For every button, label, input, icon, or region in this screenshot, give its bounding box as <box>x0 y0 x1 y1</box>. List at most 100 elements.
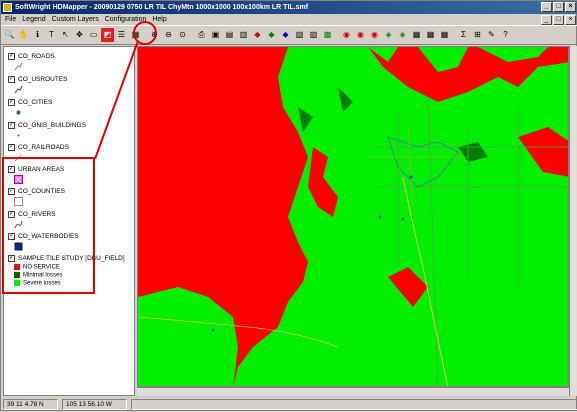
tile-study-icon[interactable]: ◩ <box>101 28 114 42</box>
zoom-full-icon[interactable]: ⊙ <box>176 28 189 42</box>
menu-bar: File Legend Custom Layers Configuration … <box>1 14 577 25</box>
layers-icon[interactable]: ☰ <box>115 28 128 42</box>
layer-co-rivers[interactable]: ✓ CO_RIVERS <box>8 211 56 218</box>
legend-severe-losses: Severe losses <box>14 280 61 287</box>
text-icon[interactable]: T <box>45 28 58 42</box>
title-bar: SoftWright HDMapper - 20090129 0750 LR T… <box>1 1 577 14</box>
menu-legend[interactable]: Legend <box>22 16 45 23</box>
layer-co-roads[interactable]: ✓ CO_ROADS <box>8 53 54 60</box>
select-icon[interactable]: ▭ <box>87 28 100 42</box>
print-icon[interactable]: ⎙ <box>195 28 208 42</box>
layer-checkbox[interactable]: ✓ <box>8 53 15 60</box>
doc-close-button[interactable]: × <box>565 15 576 25</box>
map-tool-icon[interactable]: ▦ <box>424 28 437 42</box>
layer-checkbox[interactable]: ✓ <box>8 211 15 218</box>
window-title: SoftWright HDMapper - 20090129 0750 LR T… <box>15 4 309 11</box>
layer-sample-tile-study[interactable]: ✓ SAMPLE TILE STUDY [DBU_FIELD] <box>8 255 125 262</box>
menu-file[interactable]: File <box>5 16 16 23</box>
zoom-in-icon[interactable]: ⊕ <box>148 28 161 42</box>
legend-no-service: NO SERVICE <box>14 264 60 271</box>
map-tool-icon[interactable]: ▨ <box>307 28 320 42</box>
layer-checkbox[interactable]: ✓ <box>8 76 15 83</box>
legend-swatch <box>14 280 20 286</box>
toolbar-separator <box>452 28 456 42</box>
layer-co-waterbodies[interactable]: ✓ CO_WATERBODIES <box>8 233 79 240</box>
sum-icon[interactable]: Σ <box>457 28 470 42</box>
city-marker <box>409 175 413 179</box>
pan-icon[interactable]: ✋ <box>17 28 30 42</box>
close-button[interactable]: × <box>565 2 576 12</box>
layer-checkbox[interactable]: ✓ <box>8 144 15 151</box>
maximize-button[interactable]: □ <box>553 2 564 12</box>
info-icon[interactable]: ℹ <box>31 28 44 42</box>
legend-swatch <box>14 272 20 278</box>
map-tool-icon[interactable]: ◉ <box>340 28 353 42</box>
layer-co-gnis-buildings[interactable]: ✓ CO_GNIS_BUILDINGS <box>8 122 86 129</box>
edit-icon[interactable]: ✎ <box>485 28 498 42</box>
layer-co-counties[interactable]: ✓ CO_COUNTIES <box>8 188 65 195</box>
layer-checkbox[interactable]: ✓ <box>8 188 15 195</box>
map-canvas[interactable] <box>137 46 569 387</box>
layer-label: CO_WATERBODIES <box>18 233 79 241</box>
minimize-button[interactable]: _ <box>541 2 552 12</box>
layer-checkbox[interactable]: ✓ <box>8 122 15 129</box>
legend-label: NO SERVICE <box>23 264 60 271</box>
layer-urban-areas[interactable]: ✓ URBAN AREAS <box>8 166 64 173</box>
layer-label: SAMPLE TILE STUDY [DBU_FIELD] <box>18 255 125 263</box>
map-tool-icon[interactable]: ◆ <box>265 28 278 42</box>
layer-co-cities[interactable]: ✓ CO_CITIES <box>8 99 52 106</box>
layer-checkbox[interactable]: ✓ <box>8 233 15 240</box>
map-tool-icon[interactable]: ◉ <box>368 28 381 42</box>
map-tool-icon[interactable]: ▦ <box>438 28 451 42</box>
grid-icon[interactable]: ▦ <box>129 28 142 42</box>
map-tool-icon[interactable]: ◆ <box>279 28 292 42</box>
layer-panel: ✓ CO_ROADS ✓ CO_USROUTES ✓ CO_CITIES ✓ CO_GN… <box>3 46 135 396</box>
layer-label: CO_RAILROADS <box>18 144 69 152</box>
vertical-scrollbar[interactable] <box>569 46 577 396</box>
doc-minimize-button[interactable]: _ <box>541 15 552 25</box>
status-bar: 39 11 4.78 N 105 13 56.10 W <box>1 397 577 412</box>
help-icon[interactable]: ? <box>499 28 512 42</box>
layer-checkbox[interactable]: ✓ <box>8 255 15 262</box>
horizontal-scrollbar[interactable] <box>137 387 569 396</box>
menu-help[interactable]: Help <box>152 16 166 23</box>
layer-label: CO_COUNTIES <box>18 188 65 196</box>
layer-label: CO_RIVERS <box>18 211 56 219</box>
layer-checkbox[interactable]: ✓ <box>8 99 15 106</box>
latitude-readout: 39 11 4.78 N <box>3 399 58 410</box>
map-tool-icon[interactable]: ◈ <box>396 28 409 42</box>
menu-custom-layers[interactable]: Custom Layers <box>52 16 99 23</box>
app-icon <box>3 3 12 12</box>
legend-label: Minimal losses <box>23 272 63 279</box>
open-icon[interactable]: ▤ <box>223 28 236 42</box>
county-polygon-symbol <box>14 197 23 206</box>
coverage-map[interactable] <box>138 47 569 387</box>
move-icon[interactable]: ✥ <box>73 28 86 42</box>
save-icon[interactable]: ▣ <box>209 28 222 42</box>
map-tool-icon[interactable]: ▧ <box>293 28 306 42</box>
ruler-icon[interactable]: ⊞ <box>471 28 484 42</box>
toolbar-separator <box>335 28 339 42</box>
legend-label: Severe losses <box>23 280 61 287</box>
map-tool-icon[interactable]: ◉ <box>354 28 367 42</box>
zoom-out-icon[interactable]: ⊖ <box>162 28 175 42</box>
layer-co-usroutes[interactable]: ✓ CO_USROUTES <box>8 76 67 83</box>
city-point-symbol <box>16 110 21 115</box>
doc-restore-button[interactable]: □ <box>553 15 564 25</box>
route-line-symbol <box>14 85 23 94</box>
menu-configuration[interactable]: Configuration <box>105 16 147 23</box>
legend-swatch <box>14 264 20 270</box>
pointer-icon[interactable]: ↖ <box>59 28 72 42</box>
road-line-symbol <box>14 62 23 71</box>
layer-co-railroads[interactable]: ✓ CO_RAILROADS <box>8 144 69 151</box>
map-tool-icon[interactable]: ◈ <box>382 28 395 42</box>
layer-checkbox[interactable]: ✓ <box>8 166 15 173</box>
zoom-icon[interactable]: 🔍 <box>3 28 16 42</box>
export-icon[interactable]: ▥ <box>237 28 250 42</box>
longitude-readout: 105 13 56.10 W <box>62 399 127 410</box>
layer-label: CO_USROUTES <box>18 76 68 84</box>
map-tool-icon[interactable]: ▦ <box>410 28 423 42</box>
map-tool-icon[interactable]: ▩ <box>321 28 334 42</box>
toolbar: 🔍 ✋ ℹ T ↖ ✥ ▭ ◩ ☰ ▦ ⊕ ⊖ ⊙ ⎙ ▣ ▤ ▥ ◆ ◆ ◆ … <box>1 25 577 45</box>
map-tool-icon[interactable]: ◆ <box>251 28 264 42</box>
